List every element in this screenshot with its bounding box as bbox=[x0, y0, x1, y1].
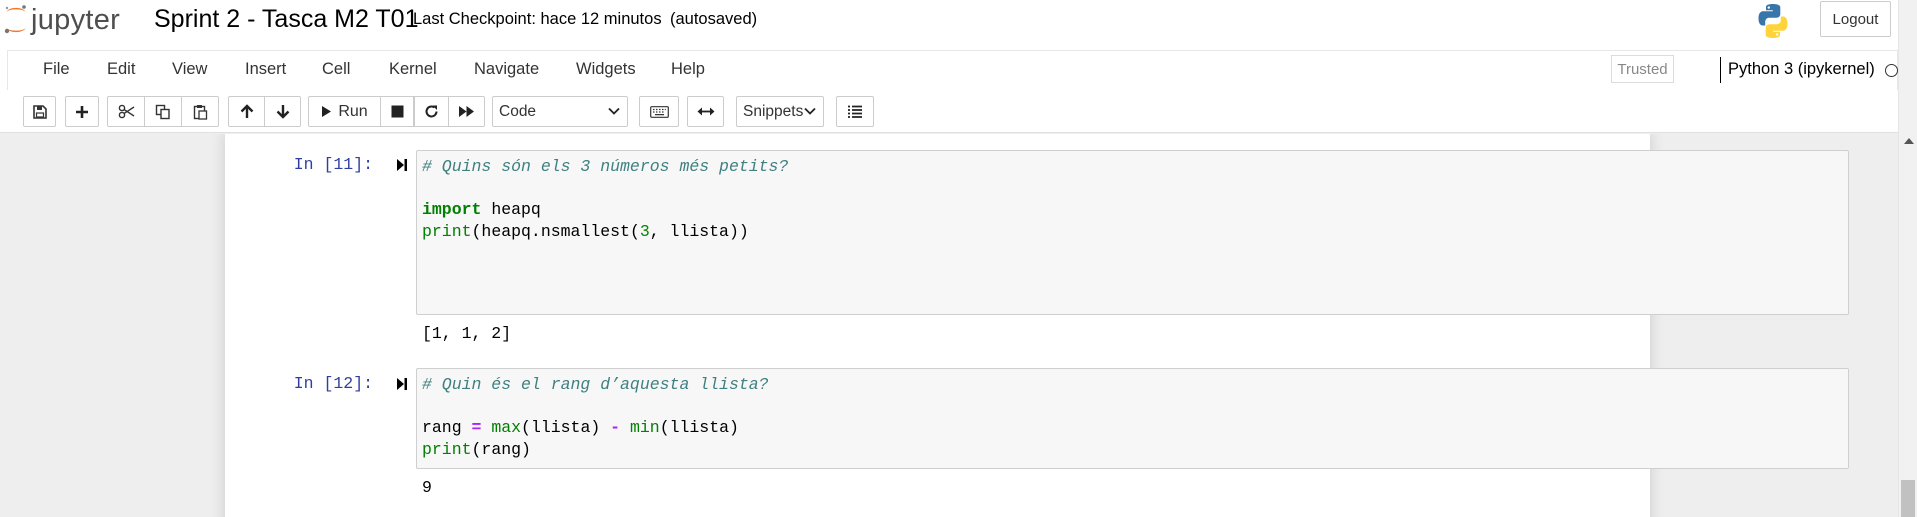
stop-icon bbox=[391, 105, 403, 118]
arrows-horizontal-icon bbox=[697, 107, 714, 116]
code-text: (rang) bbox=[471, 439, 531, 459]
restart-icon bbox=[425, 105, 438, 118]
snippets-label: Snippets bbox=[743, 102, 804, 120]
code-builtin: min bbox=[629, 418, 660, 437]
save-icon bbox=[32, 104, 47, 119]
code-text: (llista) bbox=[659, 418, 739, 437]
autosave-status: (autosaved) bbox=[670, 10, 758, 28]
toolbar: Run Code Snippets bbox=[0, 90, 1898, 133]
code-text: , llista)) bbox=[649, 221, 749, 241]
arrow-up-icon bbox=[240, 104, 254, 118]
cut-button[interactable] bbox=[107, 96, 145, 127]
window-scrollbar[interactable] bbox=[1898, 0, 1917, 517]
menu-help[interactable]: Help bbox=[671, 60, 705, 79]
chevron-down-icon bbox=[804, 107, 816, 115]
play-icon bbox=[322, 106, 332, 117]
fast-forward-icon bbox=[459, 106, 474, 117]
command-palette-button[interactable] bbox=[639, 96, 679, 127]
code-text: rang bbox=[422, 418, 472, 437]
menu-navigate[interactable]: Navigate bbox=[474, 60, 539, 79]
menu-insert[interactable]: Insert bbox=[245, 60, 286, 79]
code-builtin: print bbox=[422, 221, 472, 241]
kernel-separator bbox=[1720, 57, 1721, 83]
menu-cell[interactable]: Cell bbox=[322, 60, 350, 79]
plus-icon bbox=[76, 105, 88, 118]
menu-edit[interactable]: Edit bbox=[107, 60, 135, 79]
list-icon bbox=[848, 105, 862, 118]
restart-run-all-button[interactable] bbox=[448, 96, 485, 127]
code-editor[interactable]: # Quins són els 3 números més petits? im… bbox=[422, 156, 788, 242]
code-comment: # Quins són els 3 números més petits? bbox=[422, 157, 789, 176]
scissors-icon bbox=[118, 104, 134, 119]
last-checkpoint: Last Checkpoint: hace 12 minutos bbox=[413, 10, 662, 28]
move-up-button[interactable] bbox=[228, 96, 266, 127]
run-button[interactable]: Run bbox=[308, 96, 381, 127]
run-cell-icon[interactable] bbox=[396, 377, 408, 391]
save-button[interactable] bbox=[23, 96, 56, 127]
arrow-down-icon bbox=[276, 105, 289, 119]
code-operator: - bbox=[610, 418, 621, 437]
notebook-container: In [11]: # Quins són els 3 números més p… bbox=[225, 134, 1849, 517]
code-text: heapq bbox=[481, 200, 541, 219]
insert-cell-button[interactable] bbox=[65, 96, 99, 127]
copy-button[interactable] bbox=[144, 96, 182, 127]
code-text: (llista) bbox=[521, 418, 611, 437]
kernel-name[interactable]: Python 3 (ipykernel) bbox=[1728, 60, 1875, 79]
input-prompt: In [11]: bbox=[293, 155, 373, 174]
code-editor[interactable]: # Quin és el rang d’aquesta llista? rang… bbox=[422, 374, 769, 460]
chevron-down-icon bbox=[608, 107, 620, 115]
menu-widgets[interactable]: Widgets bbox=[576, 60, 636, 79]
kernel-idle-indicator-icon bbox=[1885, 64, 1898, 77]
run-button-label: Run bbox=[338, 102, 368, 120]
menubar: File Edit View Insert Cell Kernel Naviga… bbox=[7, 50, 1898, 90]
trusted-indicator[interactable]: Trusted bbox=[1611, 55, 1674, 83]
code-text: (heapq.nsmallest( bbox=[471, 221, 640, 241]
interrupt-kernel-button[interactable] bbox=[380, 96, 414, 127]
jupyter-logo-text: jupyter bbox=[31, 3, 121, 36]
copy-icon bbox=[155, 104, 170, 119]
notebook-title[interactable]: Sprint 2 - Tasca M2 T01 bbox=[154, 5, 418, 34]
move-down-button[interactable] bbox=[264, 96, 301, 127]
code-keyword: import bbox=[422, 200, 482, 219]
cell-type-select[interactable]: Code bbox=[492, 96, 628, 127]
snippets-select[interactable]: Snippets bbox=[736, 96, 824, 127]
cell-output: [1, 1, 2] bbox=[422, 324, 512, 343]
scroll-up-arrow-icon[interactable] bbox=[1904, 138, 1914, 144]
cell-type-value: Code bbox=[499, 102, 537, 120]
code-operator: = bbox=[471, 418, 482, 437]
menu-view[interactable]: View bbox=[172, 60, 207, 79]
code-number: 3 bbox=[639, 221, 650, 241]
python-logo-icon bbox=[1758, 4, 1788, 38]
toggle-width-button[interactable] bbox=[687, 96, 724, 127]
notebook-site: In [11]: # Quins són els 3 números més p… bbox=[0, 134, 1898, 517]
menu-kernel[interactable]: Kernel bbox=[389, 60, 437, 79]
input-prompt: In [12]: bbox=[293, 374, 373, 393]
paste-button[interactable] bbox=[181, 96, 219, 127]
jupyter-icon bbox=[4, 5, 26, 34]
paste-icon bbox=[193, 104, 207, 120]
logout-button[interactable]: Logout bbox=[1820, 1, 1891, 37]
run-cell-icon[interactable] bbox=[396, 158, 408, 172]
code-comment: # Quin és el rang d’aquesta llista? bbox=[422, 375, 769, 394]
code-builtin: max bbox=[491, 418, 522, 437]
menu-file[interactable]: File bbox=[43, 60, 70, 79]
keyboard-icon bbox=[649, 105, 669, 118]
notebook-header: jupyter Sprint 2 - Tasca M2 T01 Last Che… bbox=[0, 0, 1898, 50]
jupyter-logo[interactable]: jupyter bbox=[3, 2, 120, 38]
table-of-contents-button[interactable] bbox=[836, 96, 874, 127]
menubar-container: File Edit View Insert Cell Kernel Naviga… bbox=[0, 50, 1898, 90]
code-builtin: print bbox=[422, 439, 472, 459]
cell-output: 9 bbox=[422, 478, 432, 497]
restart-kernel-button[interactable] bbox=[414, 96, 449, 127]
scrollbar-thumb[interactable] bbox=[1901, 480, 1915, 517]
